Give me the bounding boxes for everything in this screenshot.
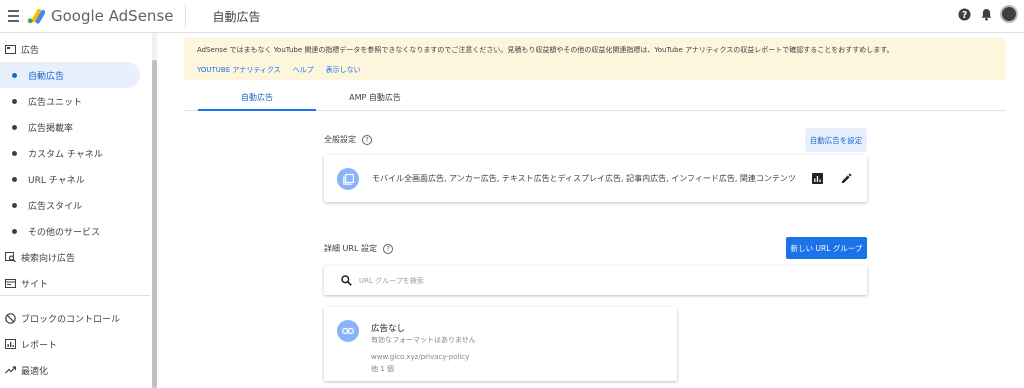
notifications-icon[interactable]	[978, 6, 994, 22]
sidebar-item-label: ブロックのコントロール	[21, 314, 121, 325]
sidebar-divider	[0, 295, 150, 296]
url-group-search-input[interactable]	[359, 276, 839, 285]
sidebar-item-optimization[interactable]: 最適化	[0, 357, 150, 383]
header-divider	[185, 5, 187, 27]
general-settings-card[interactable]: モバイル全画面広告, アンカー広告, テキスト広告とディスプレイ広告, 記事内広…	[324, 155, 867, 202]
new-url-group-button[interactable]: 新しい URL グループ	[786, 237, 867, 259]
adsense-logo-icon	[27, 8, 46, 24]
youtube-analytics-link[interactable]: YOUTUBE アナリティクス	[197, 65, 281, 75]
help-icon[interactable]: ?	[956, 6, 972, 22]
url-group-search	[324, 266, 867, 295]
url-settings-label: 詳細 URL 設定 ?	[324, 243, 393, 254]
sidebar-item-label: 広告掲載率	[28, 123, 74, 134]
sidebar-item-sites[interactable]: サイト	[0, 270, 150, 296]
url-group-count: 他 1 個	[371, 365, 394, 373]
bullet-icon	[12, 150, 17, 156]
app-header: Google AdSense 自動広告 ?	[0, 0, 1024, 33]
trending-icon	[4, 364, 16, 376]
notice-banner: AdSense ではまもなく YouTube 関連の指標データを参照できなくなり…	[184, 38, 1006, 80]
sidebar-item-label: 自動広告	[28, 71, 65, 82]
bullet-icon	[12, 228, 17, 234]
general-settings-label: 全般設定 ?	[324, 134, 372, 145]
sidebar-item-label: URL チャネル	[28, 175, 85, 186]
page-title: 自動広告	[212, 9, 261, 24]
block-icon	[4, 312, 16, 324]
sidebar-item-ad-load[interactable]: 広告掲載率	[0, 114, 150, 140]
help-link[interactable]: ヘルプ	[293, 65, 314, 75]
sidebar-item-label: 検索向け広告	[21, 253, 76, 264]
dismiss-link[interactable]: 表示しない	[326, 65, 361, 75]
sidebar-item-label: レポート	[21, 340, 58, 351]
notice-links: YOUTUBE アナリティクス ヘルプ 表示しない	[197, 65, 361, 75]
ad-frame-icon	[4, 43, 16, 55]
bullet-icon	[12, 72, 17, 78]
sidebar-item-ads[interactable]: 広告	[0, 36, 150, 62]
sidebar-item-label: 広告ユニット	[28, 97, 83, 108]
menu-icon[interactable]	[4, 10, 22, 22]
help-circle-icon[interactable]: ?	[362, 134, 372, 145]
search-ads-icon	[4, 251, 16, 263]
tab-bar: 自動広告 AMP 自動広告	[184, 84, 1006, 111]
edit-icon[interactable]	[839, 171, 853, 185]
sidebar-item-search-ads[interactable]: 検索向け広告	[0, 244, 150, 270]
url-settings-title: 詳細 URL 設定	[324, 244, 377, 253]
tab-auto-ads[interactable]: 自動広告	[198, 84, 316, 111]
sidebar-item-blocking-controls[interactable]: ブロックのコントロール	[0, 305, 150, 331]
svg-text:?: ?	[961, 9, 966, 20]
configure-auto-ads-button[interactable]: 自動広告を設定	[805, 128, 867, 152]
sidebar-item-auto-ads[interactable]: 自動広告	[0, 62, 140, 88]
url-group-card[interactable]: 広告なし 有効なフォーマットはありません www.glco.xyz/privac…	[324, 307, 677, 381]
sidebar-item-label: 最適化	[21, 366, 49, 377]
url-group-subtitle: 有効なフォーマットはありません	[371, 336, 476, 344]
sidebar-scrollbar[interactable]	[152, 60, 157, 388]
sidebar-item-reports[interactable]: レポート	[0, 331, 150, 357]
avatar[interactable]	[1000, 5, 1018, 23]
url-group-title: 広告なし	[371, 324, 406, 334]
bar-chart-icon[interactable]	[810, 171, 824, 185]
search-icon	[340, 275, 352, 287]
sidebar-item-ad-styles[interactable]: 広告スタイル	[0, 192, 150, 218]
sidebar-item-url-channels[interactable]: URL チャネル	[0, 166, 150, 192]
sidebar-item-ad-units[interactable]: 広告ユニット	[0, 88, 150, 114]
sidebar-item-other-services[interactable]: その他のサービス	[0, 218, 150, 244]
sites-icon	[4, 277, 16, 289]
header-actions: ?	[956, 5, 1018, 23]
sidebar: 広告 自動広告 広告ユニット 広告掲載率 カスタム チャネル URL チャネル …	[0, 33, 152, 388]
bullet-icon	[12, 124, 17, 130]
link-icon	[337, 320, 359, 342]
general-settings-title: 全般設定	[324, 135, 356, 144]
sidebar-item-custom-channels[interactable]: カスタム チャネル	[0, 140, 150, 166]
bullet-icon	[12, 202, 17, 208]
bullet-icon	[12, 176, 17, 182]
sidebar-item-label: サイト	[21, 279, 49, 290]
bullet-icon	[12, 98, 17, 104]
tab-underline	[198, 109, 316, 111]
sidebar-item-label: その他のサービス	[28, 227, 101, 238]
help-circle-icon[interactable]: ?	[382, 243, 393, 254]
tab-amp-auto-ads[interactable]: AMP 自動広告	[316, 84, 434, 111]
logo-text: Google AdSense	[51, 7, 174, 25]
url-group-url: www.glco.xyz/privacy-policy	[371, 353, 470, 361]
sidebar-item-label: カスタム チャネル	[28, 149, 103, 160]
ad-format-icon	[337, 168, 359, 190]
notice-text: AdSense ではまもなく YouTube 関連の指標データを参照できなくなり…	[197, 46, 894, 54]
ad-formats-text: モバイル全画面広告, アンカー広告, テキスト広告とディスプレイ広告, 記事内広…	[372, 174, 796, 183]
reports-icon	[4, 338, 16, 350]
sidebar-item-label: 広告スタイル	[28, 201, 83, 212]
sidebar-item-label: 広告	[21, 45, 40, 56]
